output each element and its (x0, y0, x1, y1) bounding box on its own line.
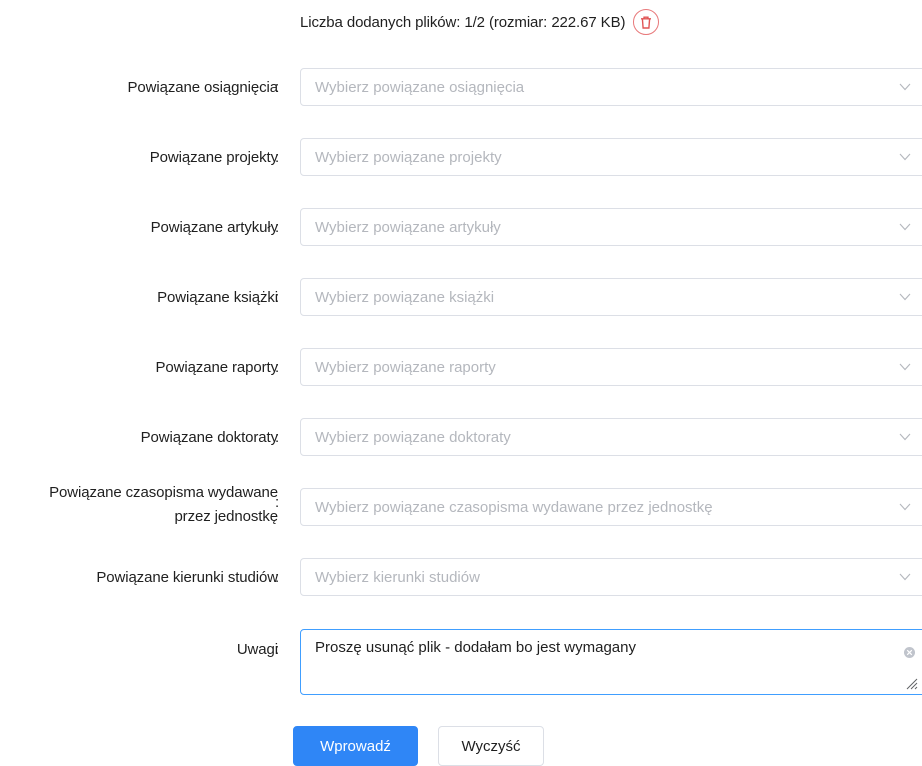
label-colon: : (275, 494, 280, 511)
chevron-down-icon (899, 83, 911, 91)
books-select[interactable]: Wybierz powiązane książki (300, 278, 922, 316)
articles-select[interactable]: Wybierz powiązane artykuły (300, 208, 922, 246)
chevron-down-icon (899, 433, 911, 441)
clear-button[interactable]: Wyczyść (438, 726, 544, 766)
label-colon: : (275, 359, 280, 376)
submit-button[interactable]: Wprowadź (293, 726, 418, 766)
chevron-down-icon (899, 573, 911, 581)
doctorates-select[interactable]: Wybierz powiązane doktoraty (300, 418, 922, 456)
field-label: Powiązane osiągnięcia (127, 79, 278, 96)
label-colon: : (275, 149, 280, 166)
field-label: Powiązane raporty (155, 359, 278, 376)
label-colon: : (275, 219, 280, 236)
projects-select[interactable]: Wybierz powiązane projekty (300, 138, 922, 176)
reports-select[interactable]: Wybierz powiązane raporty (300, 348, 922, 386)
journals-select[interactable]: Wybierz powiązane czasopisma wydawane pr… (300, 488, 922, 526)
select-placeholder: Wybierz powiązane raporty (315, 359, 496, 376)
label-colon: : (275, 569, 280, 586)
chevron-down-icon (899, 153, 911, 161)
file-count-text: Liczba dodanych plików: 1/2 (rozmiar: 22… (300, 13, 626, 31)
remarks-label: Uwagi (236, 641, 278, 658)
remarks-textarea[interactable]: Proszę usunąć plik - dodałam bo jest wym… (300, 629, 922, 695)
label-colon: : (275, 289, 280, 306)
select-placeholder: Wybierz powiązane artykuły (315, 219, 501, 236)
field-label: Powiązane artykuły (150, 219, 279, 236)
resize-handle-icon[interactable] (906, 678, 918, 690)
select-placeholder: Wybierz powiązane czasopisma wydawane pr… (315, 499, 713, 516)
study-fields-select[interactable]: Wybierz kierunki studiów (300, 558, 922, 596)
chevron-down-icon (899, 293, 911, 301)
trash-icon (641, 16, 652, 29)
chevron-down-icon (899, 223, 911, 231)
field-label-line1: Powiązane czasopisma wydawane (49, 484, 278, 501)
chevron-down-icon (899, 363, 911, 371)
delete-file-button[interactable] (633, 9, 660, 35)
label-colon: : (275, 79, 280, 96)
remarks-value: Proszę usunąć plik - dodałam bo jest wym… (315, 639, 636, 656)
select-placeholder: Wybierz powiązane książki (315, 289, 495, 306)
file-info: Liczba dodanych plików: 1/2 (rozmiar: 22… (300, 8, 660, 36)
close-circle-icon[interactable] (904, 647, 915, 658)
label-colon: : (275, 641, 280, 658)
field-label: Powiązane kierunki studiów (96, 569, 278, 586)
select-placeholder: Wybierz powiązane osiągnięcia (315, 79, 525, 96)
label-colon: : (275, 429, 280, 446)
select-placeholder: Wybierz powiązane projekty (315, 149, 502, 166)
field-label-line2: przez jednostkę (174, 508, 278, 525)
achievements-select[interactable]: Wybierz powiązane osiągnięcia (300, 68, 922, 106)
select-placeholder: Wybierz powiązane doktoraty (315, 429, 511, 446)
field-label: Powiązane projekty (149, 149, 278, 166)
field-label: Powiązane książki (157, 289, 278, 306)
field-label: Powiązane doktoraty (140, 429, 278, 446)
select-placeholder: Wybierz kierunki studiów (315, 569, 480, 586)
chevron-down-icon (899, 503, 911, 511)
